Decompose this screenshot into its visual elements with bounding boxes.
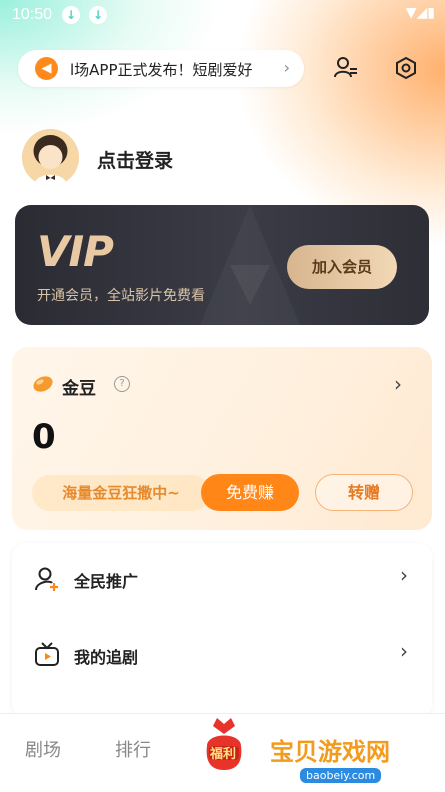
golden-bean-card: 金豆 ? › 0 海量金豆狂撒中~ 免费赚 转赠 [12, 347, 432, 530]
bean-title: 金豆 [62, 379, 96, 399]
menu-item-label: 我的追剧 [74, 648, 139, 667]
login-link[interactable]: 点击登录 [97, 146, 173, 173]
chevron-right-icon: › [283, 58, 290, 77]
menu-item-my-series[interactable]: 我的追剧 › [12, 627, 432, 687]
download-icon: ↓ [62, 6, 80, 24]
earn-free-button[interactable]: 免费赚 [201, 474, 299, 511]
menu-list: 全民推广 › 我的追剧 › [12, 543, 432, 718]
watermark-url: baobeiy.com [300, 768, 382, 783]
watermark-text: 宝贝游戏网 [270, 738, 390, 766]
announcement-bar[interactable]: ◀ l场APP正式发布！短剧爱好 › [18, 50, 304, 87]
announcement-text: l场APP正式发布！短剧爱好 [70, 61, 253, 79]
vip-logo: VIP [37, 227, 114, 276]
speaker-icon: ◀ [35, 57, 58, 80]
menu-item-promotion[interactable]: 全民推广 › [12, 551, 432, 611]
user-switch-icon[interactable] [333, 55, 359, 81]
tv-icon [35, 642, 59, 666]
tab-welfare[interactable]: 福利 [199, 716, 249, 772]
watermark-logo: 宝贝游戏网 baobeiy.com [270, 732, 420, 792]
bean-count: 0 [32, 417, 56, 457]
avatar[interactable] [22, 129, 79, 186]
welfare-label: 福利 [210, 747, 237, 762]
user-add-icon [35, 567, 58, 591]
bean-icon [33, 376, 53, 392]
download-icon: ↓ [89, 6, 107, 24]
help-icon[interactable]: ? [114, 376, 130, 392]
bottom-tab-bar: 剧场 排行 福利 宝贝游戏网 baobeiy.com [0, 713, 445, 792]
bean-promo-text: 海量金豆狂撒中~ [32, 475, 210, 511]
chevron-right-icon[interactable]: › [394, 372, 402, 396]
vip-subtitle: 开通会员，全站影片免费看 [37, 288, 205, 304]
tab-ranking[interactable]: 排行 [115, 736, 151, 762]
chevron-right-icon: › [400, 639, 408, 663]
menu-item-label: 全民推广 [74, 572, 139, 591]
tab-theater[interactable]: 剧场 [25, 736, 61, 762]
settings-icon[interactable] [393, 55, 419, 81]
join-vip-button[interactable]: 加入会员 [287, 245, 397, 289]
vip-card[interactable]: VIP 开通会员，全站影片免费看 加入会员 [15, 205, 429, 325]
status-bar: 10:50 ↓ ↓ ▼◢▮ [0, 0, 445, 30]
signal-battery-icon: ▼◢▮ [405, 5, 435, 21]
transfer-button[interactable]: 转赠 [315, 474, 413, 511]
status-time: 10:50 [12, 6, 53, 23]
chevron-right-icon: › [400, 563, 408, 587]
